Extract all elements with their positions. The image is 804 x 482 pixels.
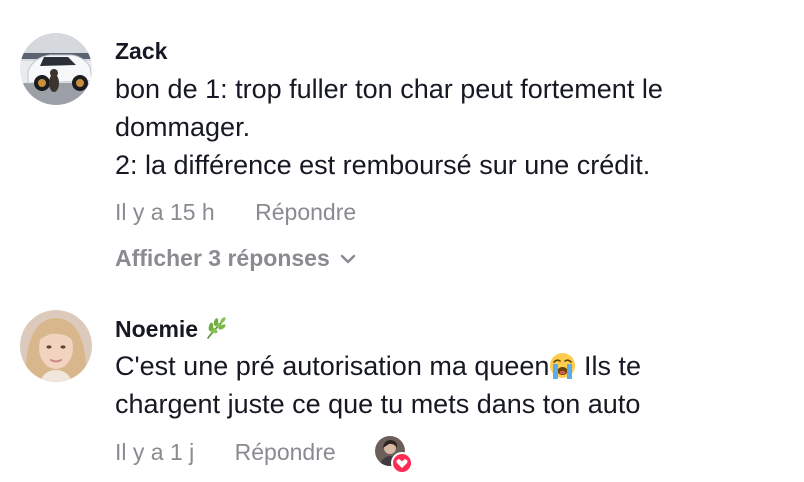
car-with-dog-avatar [20,33,92,105]
comment-zack: Zack bon de 1: trop fuller ton char peut… [0,0,804,290]
comment-meta: Il y a 1 j Répondre [115,438,336,466]
creator-liked-heart-icon [391,452,413,474]
comment-timestamp: Il y a 1 j [115,439,195,465]
comment-text-segment: Ils te [576,351,641,381]
woman-portrait-avatar [20,310,92,382]
comment-author[interactable]: Noemie [115,315,228,343]
comment-timestamp: Il y a 15 h [115,199,215,225]
comment-body: Noemie C'est une pré autorisation ma que… [115,290,784,482]
comment-text-line: dommager. [115,112,251,142]
comment-text-line: 2: la différence est remboursé sur une c… [115,150,651,180]
comment-text-line: bon de 1: trop fuller ton char peut fort… [115,74,663,104]
chevron-down-icon [340,245,356,264]
view-replies-button[interactable]: Afficher 3 réponses [115,244,356,272]
comment-author[interactable]: Zack [115,37,167,65]
comment-body: Zack bon de 1: trop fuller ton char peut… [115,0,784,290]
comment-text-segment: C'est une pré autorisation ma queen [115,351,550,381]
view-replies-label: Afficher 3 réponses [115,245,330,271]
loudly-crying-face-emoji [549,351,576,379]
comment-noemie: Noemie C'est une pré autorisation ma que… [0,290,804,482]
avatar-zack[interactable] [20,33,92,105]
avatar-noemie[interactable] [20,310,92,382]
reply-button[interactable]: Répondre [255,198,356,226]
comment-text-line: C'est une pré autorisation ma queen Ils … [115,347,641,386]
comment-text-line: chargent juste ce que tu mets dans ton a… [115,389,641,419]
reply-button[interactable]: Répondre [235,438,336,466]
comment-meta: Il y a 15 h Répondre [115,198,356,226]
comment-author-name: Noemie [115,316,199,342]
herb-leaf-icon [204,316,228,340]
